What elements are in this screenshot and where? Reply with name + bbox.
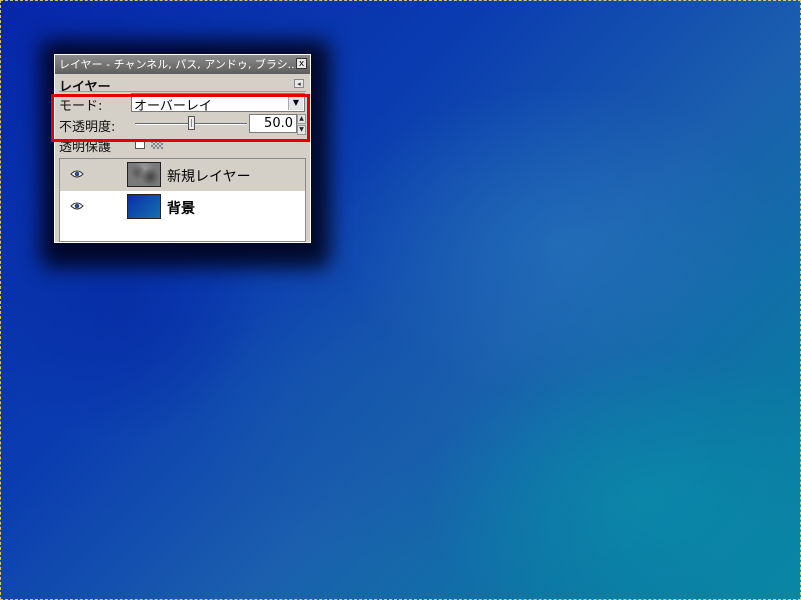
opacity-label: 不透明度:	[59, 120, 116, 135]
layer-thumbnail	[127, 162, 161, 187]
layer-name[interactable]: 背景	[167, 198, 195, 218]
layer-row[interactable]: 背景	[60, 191, 305, 223]
opacity-value: 50.0	[264, 116, 293, 131]
eye-icon[interactable]	[70, 169, 84, 179]
dock-tab-header: レイヤー ◂	[55, 74, 310, 95]
layer-thumbnail	[127, 194, 161, 219]
mode-value: オーバーレイ	[134, 99, 212, 114]
lock-alpha-row: 透明保護	[55, 134, 310, 155]
eye-icon[interactable]	[70, 201, 84, 211]
layer-list: 新規レイヤー 背景	[59, 158, 306, 242]
spin-up-icon[interactable]: ▲	[297, 114, 306, 124]
mode-row: モード: オーバーレイ ▼	[55, 92, 310, 114]
dock-titlebar[interactable]: レイヤー - チャンネル, パス, アンドゥ, ブラシ... x	[55, 55, 310, 74]
dock-window-title: レイヤー - チャンネル, パス, アンドゥ, ブラシ...	[59, 58, 299, 71]
opacity-spinbox[interactable]: 50.0	[249, 114, 297, 133]
opacity-spin-buttons: ▲ ▼	[297, 114, 306, 135]
layers-dock: レイヤー - チャンネル, パス, アンドゥ, ブラシ... x レイヤー ◂ …	[54, 54, 311, 243]
layer-name[interactable]: 新規レイヤー	[167, 166, 251, 186]
tab-menu-icon[interactable]: ◂	[294, 79, 304, 88]
lock-alpha-checkbox[interactable]	[135, 139, 145, 149]
close-icon[interactable]: x	[296, 58, 307, 69]
lock-alpha-label: 透明保護	[59, 140, 112, 155]
opacity-slider-handle[interactable]	[188, 116, 195, 130]
mode-select[interactable]: オーバーレイ ▼	[131, 93, 305, 114]
checkerboard-icon	[151, 139, 163, 149]
mode-label: モード:	[59, 99, 103, 114]
layer-row[interactable]: 新規レイヤー	[60, 159, 305, 191]
chevron-down-icon[interactable]: ▼	[288, 95, 303, 110]
opacity-row: 不透明度: 50.0 ▲ ▼	[55, 113, 310, 135]
